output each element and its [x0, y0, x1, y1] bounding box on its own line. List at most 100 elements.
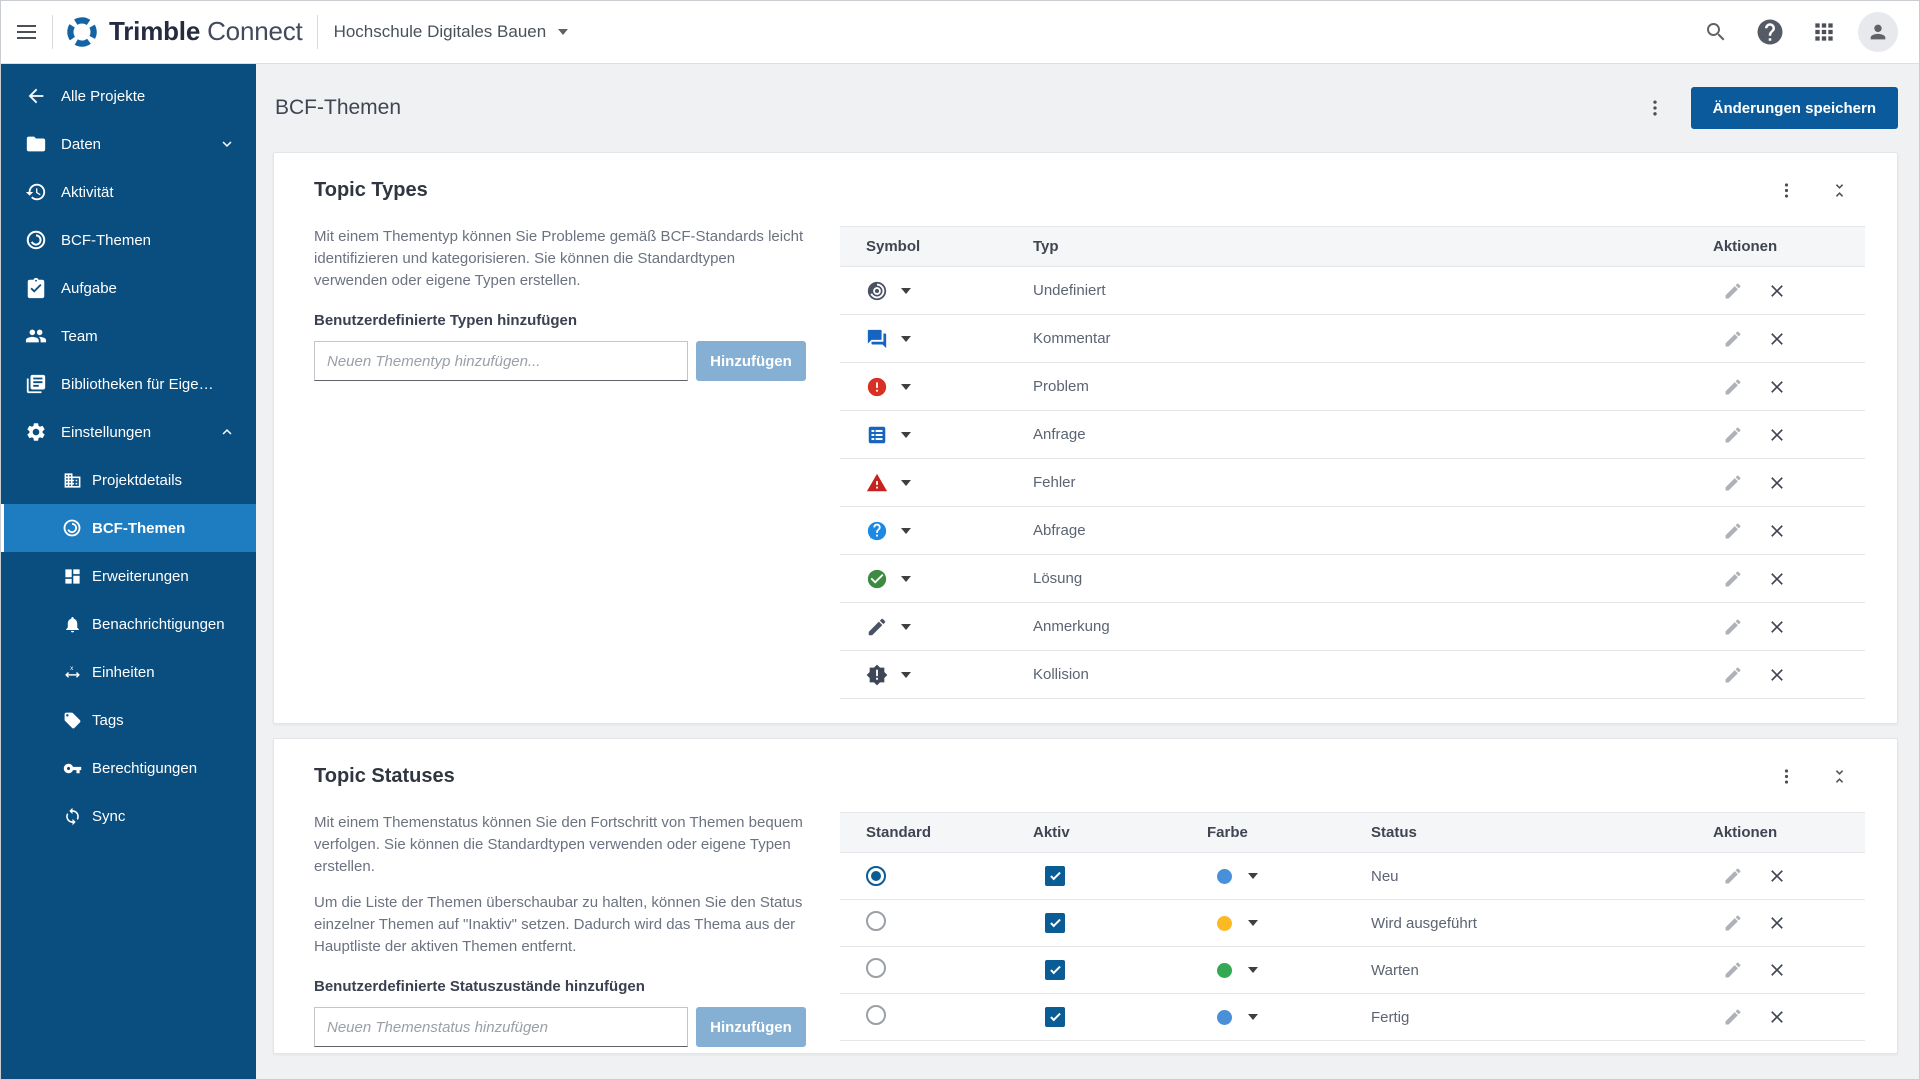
delete-button[interactable] [1765, 471, 1789, 495]
symbol-dropdown[interactable] [866, 280, 911, 302]
delete-button[interactable] [1765, 327, 1789, 351]
standard-cell [840, 1005, 1033, 1030]
sidebar-item-tags[interactable]: Tags [0, 696, 256, 744]
edit-button[interactable] [1721, 519, 1745, 543]
row-actions [1713, 327, 1865, 351]
type-label: Kollision [1033, 666, 1713, 683]
caret-down-icon [901, 672, 911, 678]
color-dropdown[interactable] [1207, 869, 1258, 884]
active-checkbox[interactable] [1045, 866, 1065, 886]
table-row: Anmerkung [840, 603, 1865, 651]
sidebar-item-team[interactable]: Team [0, 312, 256, 360]
color-dot [1217, 963, 1232, 978]
sidebar-item-projektdetails[interactable]: Projektdetails [0, 456, 256, 504]
sidebar-item-erweiterungen[interactable]: Erweiterungen [0, 552, 256, 600]
topic-statuses-description-1: Mit einem Themenstatus können Sie den Fo… [314, 812, 806, 878]
type-remark-icon [866, 616, 888, 638]
type-label: Anfrage [1033, 426, 1713, 443]
sidebar-item-einstellungen[interactable]: Einstellungen [0, 408, 256, 456]
sidebar-item-label: Projektdetails [92, 472, 182, 489]
col-actions: Aktionen [1713, 238, 1865, 255]
symbol-dropdown[interactable] [866, 328, 911, 350]
topic-statuses-kebab-icon[interactable] [1773, 763, 1800, 790]
topic-types-kebab-icon[interactable] [1773, 177, 1800, 204]
sidebar-item-aufgabe[interactable]: Aufgabe [0, 264, 256, 312]
new-topic-type-input[interactable] [314, 341, 688, 381]
sidebar-item-alle-projekte[interactable]: Alle Projekte [0, 72, 256, 120]
edit-button[interactable] [1721, 1005, 1745, 1029]
apps-grid-icon[interactable] [1804, 12, 1844, 52]
save-changes-button[interactable]: Änderungen speichern [1691, 87, 1898, 129]
standard-radio[interactable] [866, 958, 886, 978]
color-dropdown[interactable] [1207, 916, 1258, 931]
bcf-icon [24, 228, 48, 252]
topic-statuses-collapse-icon[interactable] [1826, 763, 1853, 790]
chevron-up-icon [218, 423, 236, 441]
sidebar-item-label: Berechtigungen [92, 760, 197, 777]
color-dropdown[interactable] [1207, 963, 1258, 978]
topic-statuses-table-header: Standard Aktiv Farbe Status Aktionen [840, 813, 1865, 853]
active-checkbox[interactable] [1045, 960, 1065, 980]
delete-button[interactable] [1765, 615, 1789, 639]
delete-button[interactable] [1765, 958, 1789, 982]
help-icon[interactable] [1750, 12, 1790, 52]
symbol-dropdown[interactable] [866, 472, 911, 494]
symbol-dropdown[interactable] [866, 664, 911, 686]
symbol-dropdown[interactable] [866, 616, 911, 638]
project-selector[interactable]: Hochschule Digitales Bauen [318, 0, 585, 64]
sidebar-item-sync[interactable]: Sync [0, 792, 256, 840]
edit-button[interactable] [1721, 567, 1745, 591]
sidebar-item-einheiten[interactable]: xEinheiten [0, 648, 256, 696]
delete-button[interactable] [1765, 864, 1789, 888]
type-request-icon [866, 424, 888, 446]
new-topic-status-input[interactable] [314, 1007, 688, 1047]
symbol-dropdown[interactable] [866, 376, 911, 398]
delete-button[interactable] [1765, 663, 1789, 687]
arrow-back-icon [24, 84, 48, 108]
sidebar-item-aktivität[interactable]: Aktivität [0, 168, 256, 216]
delete-button[interactable] [1765, 423, 1789, 447]
standard-radio[interactable] [866, 911, 886, 931]
active-checkbox[interactable] [1045, 1007, 1065, 1027]
page-kebab-menu-icon[interactable] [1641, 94, 1669, 122]
symbol-dropdown[interactable] [866, 424, 911, 446]
delete-button[interactable] [1765, 567, 1789, 591]
color-cell [1207, 963, 1371, 978]
edit-button[interactable] [1721, 911, 1745, 935]
add-topic-status-button[interactable]: Hinzufügen [696, 1007, 806, 1047]
sidebar-item-bibliotheken-für-eigensch-[interactable]: Bibliotheken für Eigensch... [0, 360, 256, 408]
symbol-dropdown[interactable] [866, 568, 911, 590]
sidebar-item-bcf-themen[interactable]: BCF-Themen [0, 504, 256, 552]
edit-button[interactable] [1721, 279, 1745, 303]
search-icon[interactable] [1696, 12, 1736, 52]
sidebar-item-label: BCF-Themen [61, 232, 151, 249]
edit-button[interactable] [1721, 471, 1745, 495]
edit-button[interactable] [1721, 615, 1745, 639]
active-checkbox[interactable] [1045, 913, 1065, 933]
sidebar-item-benachrichtigungen[interactable]: Benachrichtigungen [0, 600, 256, 648]
user-avatar-icon[interactable] [1858, 12, 1898, 52]
standard-radio[interactable] [866, 1005, 886, 1025]
color-dropdown[interactable] [1207, 1010, 1258, 1025]
edit-button[interactable] [1721, 958, 1745, 982]
delete-button[interactable] [1765, 375, 1789, 399]
edit-button[interactable] [1721, 327, 1745, 351]
edit-button[interactable] [1721, 375, 1745, 399]
sidebar-item-label: Benachrichtigungen [92, 616, 225, 633]
topic-types-collapse-icon[interactable] [1826, 177, 1853, 204]
sidebar-item-berechtigungen[interactable]: Berechtigungen [0, 744, 256, 792]
delete-button[interactable] [1765, 519, 1789, 543]
symbol-dropdown[interactable] [866, 520, 911, 542]
standard-radio[interactable] [866, 866, 886, 886]
edit-button[interactable] [1721, 423, 1745, 447]
sidebar-item-daten[interactable]: Daten [0, 120, 256, 168]
delete-button[interactable] [1765, 911, 1789, 935]
table-row: Abfrage [840, 507, 1865, 555]
add-topic-type-button[interactable]: Hinzufügen [696, 341, 806, 381]
edit-button[interactable] [1721, 864, 1745, 888]
edit-button[interactable] [1721, 663, 1745, 687]
sidebar-item-bcf-themen[interactable]: BCF-Themen [0, 216, 256, 264]
menu-icon[interactable] [0, 0, 52, 64]
delete-button[interactable] [1765, 1005, 1789, 1029]
delete-button[interactable] [1765, 279, 1789, 303]
